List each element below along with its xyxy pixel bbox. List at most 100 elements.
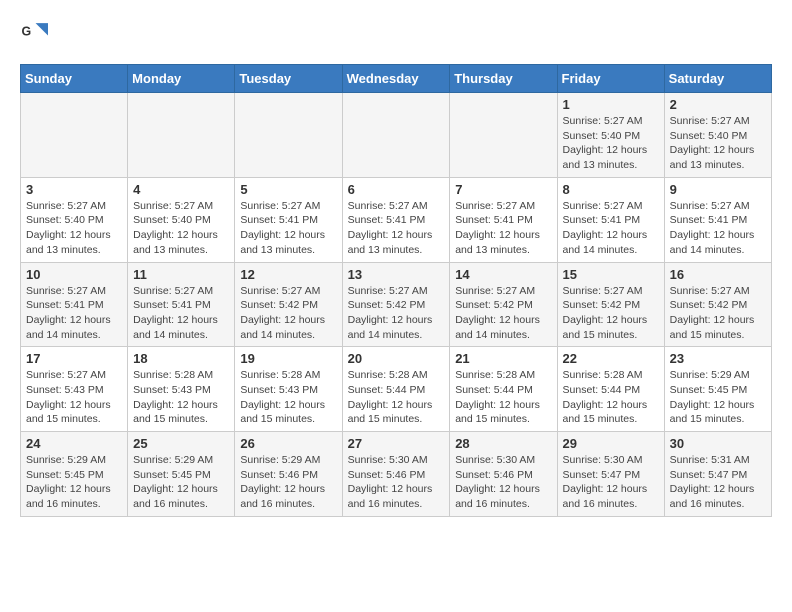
day-info: Sunrise: 5:27 AM Sunset: 5:41 PM Dayligh…: [348, 199, 445, 258]
day-info: Sunrise: 5:27 AM Sunset: 5:40 PM Dayligh…: [133, 199, 229, 258]
calendar-cell: 14 Sunrise: 5:27 AM Sunset: 5:42 PM Dayli…: [450, 262, 557, 347]
day-number: 24: [26, 436, 122, 451]
calendar-cell: 8 Sunrise: 5:27 AM Sunset: 5:41 PM Daylig…: [557, 177, 664, 262]
svg-text:G: G: [22, 25, 32, 39]
day-number: 9: [670, 182, 766, 197]
calendar-cell: 2Sunrise: 5:27 AM Sunset: 5:40 PM Daylig…: [664, 93, 771, 178]
day-info: Sunrise: 5:29 AM Sunset: 5:45 PM Dayligh…: [670, 368, 766, 427]
calendar-cell: 5 Sunrise: 5:27 AM Sunset: 5:41 PM Daylig…: [235, 177, 342, 262]
day-number: 4: [133, 182, 229, 197]
day-info: Sunrise: 5:30 AM Sunset: 5:46 PM Dayligh…: [455, 453, 551, 512]
day-info: Sunrise: 5:28 AM Sunset: 5:43 PM Dayligh…: [240, 368, 336, 427]
day-info: Sunrise: 5:28 AM Sunset: 5:43 PM Dayligh…: [133, 368, 229, 427]
calendar-cell: [235, 93, 342, 178]
day-number: 16: [670, 267, 766, 282]
day-number: 12: [240, 267, 336, 282]
day-number: 26: [240, 436, 336, 451]
day-number: 7: [455, 182, 551, 197]
calendar-cell: 17Sunrise: 5:27 AM Sunset: 5:43 PM Dayli…: [21, 347, 128, 432]
calendar-header-friday: Friday: [557, 65, 664, 93]
calendar-cell: 1 Sunrise: 5:27 AM Sunset: 5:40 PM Daylig…: [557, 93, 664, 178]
day-info: Sunrise: 5:27 AM Sunset: 5:42 PM Dayligh…: [348, 284, 445, 343]
day-number: 10: [26, 267, 122, 282]
calendar-cell: 4 Sunrise: 5:27 AM Sunset: 5:40 PM Daylig…: [128, 177, 235, 262]
day-number: 25: [133, 436, 229, 451]
day-number: 5: [240, 182, 336, 197]
calendar-cell: [342, 93, 450, 178]
logo-icon: G: [20, 20, 48, 48]
day-info: Sunrise: 5:27 AM Sunset: 5:40 PM Dayligh…: [26, 199, 122, 258]
day-info: Sunrise: 5:27 AM Sunset: 5:41 PM Dayligh…: [240, 199, 336, 258]
day-info: Sunrise: 5:27 AM Sunset: 5:41 PM Dayligh…: [563, 199, 659, 258]
day-number: 3: [26, 182, 122, 197]
day-number: 18: [133, 351, 229, 366]
day-info: Sunrise: 5:27 AM Sunset: 5:41 PM Dayligh…: [26, 284, 122, 343]
day-info: Sunrise: 5:27 AM Sunset: 5:40 PM Dayligh…: [563, 114, 659, 173]
calendar-header-sunday: Sunday: [21, 65, 128, 93]
calendar-cell: 15Sunrise: 5:27 AM Sunset: 5:42 PM Dayli…: [557, 262, 664, 347]
day-number: 2: [670, 97, 766, 112]
calendar-cell: 3 Sunrise: 5:27 AM Sunset: 5:40 PM Daylig…: [21, 177, 128, 262]
calendar-week-row: 10 Sunrise: 5:27 AM Sunset: 5:41 PM Dayli…: [21, 262, 772, 347]
day-number: 20: [348, 351, 445, 366]
calendar-cell: 28 Sunrise: 5:30 AM Sunset: 5:46 PM Dayli…: [450, 432, 557, 517]
calendar-week-row: 1 Sunrise: 5:27 AM Sunset: 5:40 PM Daylig…: [21, 93, 772, 178]
day-info: Sunrise: 5:27 AM Sunset: 5:41 PM Dayligh…: [455, 199, 551, 258]
day-info: Sunrise: 5:27 AM Sunset: 5:42 PM Dayligh…: [240, 284, 336, 343]
day-number: 30: [670, 436, 766, 451]
calendar-header-monday: Monday: [128, 65, 235, 93]
calendar-header-thursday: Thursday: [450, 65, 557, 93]
day-number: 29: [563, 436, 659, 451]
calendar-table: SundayMondayTuesdayWednesdayThursdayFrid…: [20, 64, 772, 517]
day-number: 14: [455, 267, 551, 282]
calendar-cell: 11 Sunrise: 5:27 AM Sunset: 5:41 PM Dayli…: [128, 262, 235, 347]
page-header: G: [20, 20, 772, 48]
calendar-cell: 20 Sunrise: 5:28 AM Sunset: 5:44 PM Dayli…: [342, 347, 450, 432]
day-info: Sunrise: 5:28 AM Sunset: 5:44 PM Dayligh…: [455, 368, 551, 427]
calendar-cell: 12 Sunrise: 5:27 AM Sunset: 5:42 PM Dayli…: [235, 262, 342, 347]
calendar-cell: 7 Sunrise: 5:27 AM Sunset: 5:41 PM Daylig…: [450, 177, 557, 262]
calendar-cell: 9 Sunrise: 5:27 AM Sunset: 5:41 PM Daylig…: [664, 177, 771, 262]
calendar-cell: 18 Sunrise: 5:28 AM Sunset: 5:43 PM Dayli…: [128, 347, 235, 432]
day-number: 28: [455, 436, 551, 451]
calendar-cell: 26 Sunrise: 5:29 AM Sunset: 5:46 PM Dayli…: [235, 432, 342, 517]
day-info: Sunrise: 5:27 AM Sunset: 5:41 PM Dayligh…: [133, 284, 229, 343]
calendar-cell: 16 Sunrise: 5:27 AM Sunset: 5:42 PM Dayli…: [664, 262, 771, 347]
calendar-cell: 13Sunrise: 5:27 AM Sunset: 5:42 PM Dayli…: [342, 262, 450, 347]
day-info: Sunrise: 5:28 AM Sunset: 5:44 PM Dayligh…: [563, 368, 659, 427]
day-info: Sunrise: 5:27 AM Sunset: 5:41 PM Dayligh…: [670, 199, 766, 258]
day-number: 27: [348, 436, 445, 451]
calendar-cell: 6 Sunrise: 5:27 AM Sunset: 5:41 PM Daylig…: [342, 177, 450, 262]
day-number: 23: [670, 351, 766, 366]
calendar-header-row: SundayMondayTuesdayWednesdayThursdayFrid…: [21, 65, 772, 93]
calendar-cell: 27Sunrise: 5:30 AM Sunset: 5:46 PM Dayli…: [342, 432, 450, 517]
calendar-header-tuesday: Tuesday: [235, 65, 342, 93]
calendar-cell: 29 Sunrise: 5:30 AM Sunset: 5:47 PM Dayli…: [557, 432, 664, 517]
calendar-cell: [450, 93, 557, 178]
day-info: Sunrise: 5:27 AM Sunset: 5:42 PM Dayligh…: [563, 284, 659, 343]
day-info: Sunrise: 5:29 AM Sunset: 5:46 PM Dayligh…: [240, 453, 336, 512]
calendar-cell: 30Sunrise: 5:31 AM Sunset: 5:47 PM Dayli…: [664, 432, 771, 517]
day-number: 8: [563, 182, 659, 197]
calendar-week-row: 17Sunrise: 5:27 AM Sunset: 5:43 PM Dayli…: [21, 347, 772, 432]
day-number: 6: [348, 182, 445, 197]
day-number: 11: [133, 267, 229, 282]
day-info: Sunrise: 5:27 AM Sunset: 5:42 PM Dayligh…: [455, 284, 551, 343]
day-number: 22: [563, 351, 659, 366]
day-info: Sunrise: 5:27 AM Sunset: 5:43 PM Dayligh…: [26, 368, 122, 427]
day-number: 19: [240, 351, 336, 366]
calendar-header-saturday: Saturday: [664, 65, 771, 93]
day-info: Sunrise: 5:27 AM Sunset: 5:42 PM Dayligh…: [670, 284, 766, 343]
calendar-cell: 19 Sunrise: 5:28 AM Sunset: 5:43 PM Dayli…: [235, 347, 342, 432]
day-info: Sunrise: 5:30 AM Sunset: 5:47 PM Dayligh…: [563, 453, 659, 512]
calendar-cell: [21, 93, 128, 178]
calendar-week-row: 24 Sunrise: 5:29 AM Sunset: 5:45 PM Dayli…: [21, 432, 772, 517]
logo: G: [20, 20, 52, 48]
day-info: Sunrise: 5:29 AM Sunset: 5:45 PM Dayligh…: [133, 453, 229, 512]
day-number: 1: [563, 97, 659, 112]
calendar-week-row: 3 Sunrise: 5:27 AM Sunset: 5:40 PM Daylig…: [21, 177, 772, 262]
calendar-cell: 21Sunrise: 5:28 AM Sunset: 5:44 PM Dayli…: [450, 347, 557, 432]
calendar-cell: 10 Sunrise: 5:27 AM Sunset: 5:41 PM Dayli…: [21, 262, 128, 347]
day-info: Sunrise: 5:29 AM Sunset: 5:45 PM Dayligh…: [26, 453, 122, 512]
day-info: Sunrise: 5:28 AM Sunset: 5:44 PM Dayligh…: [348, 368, 445, 427]
